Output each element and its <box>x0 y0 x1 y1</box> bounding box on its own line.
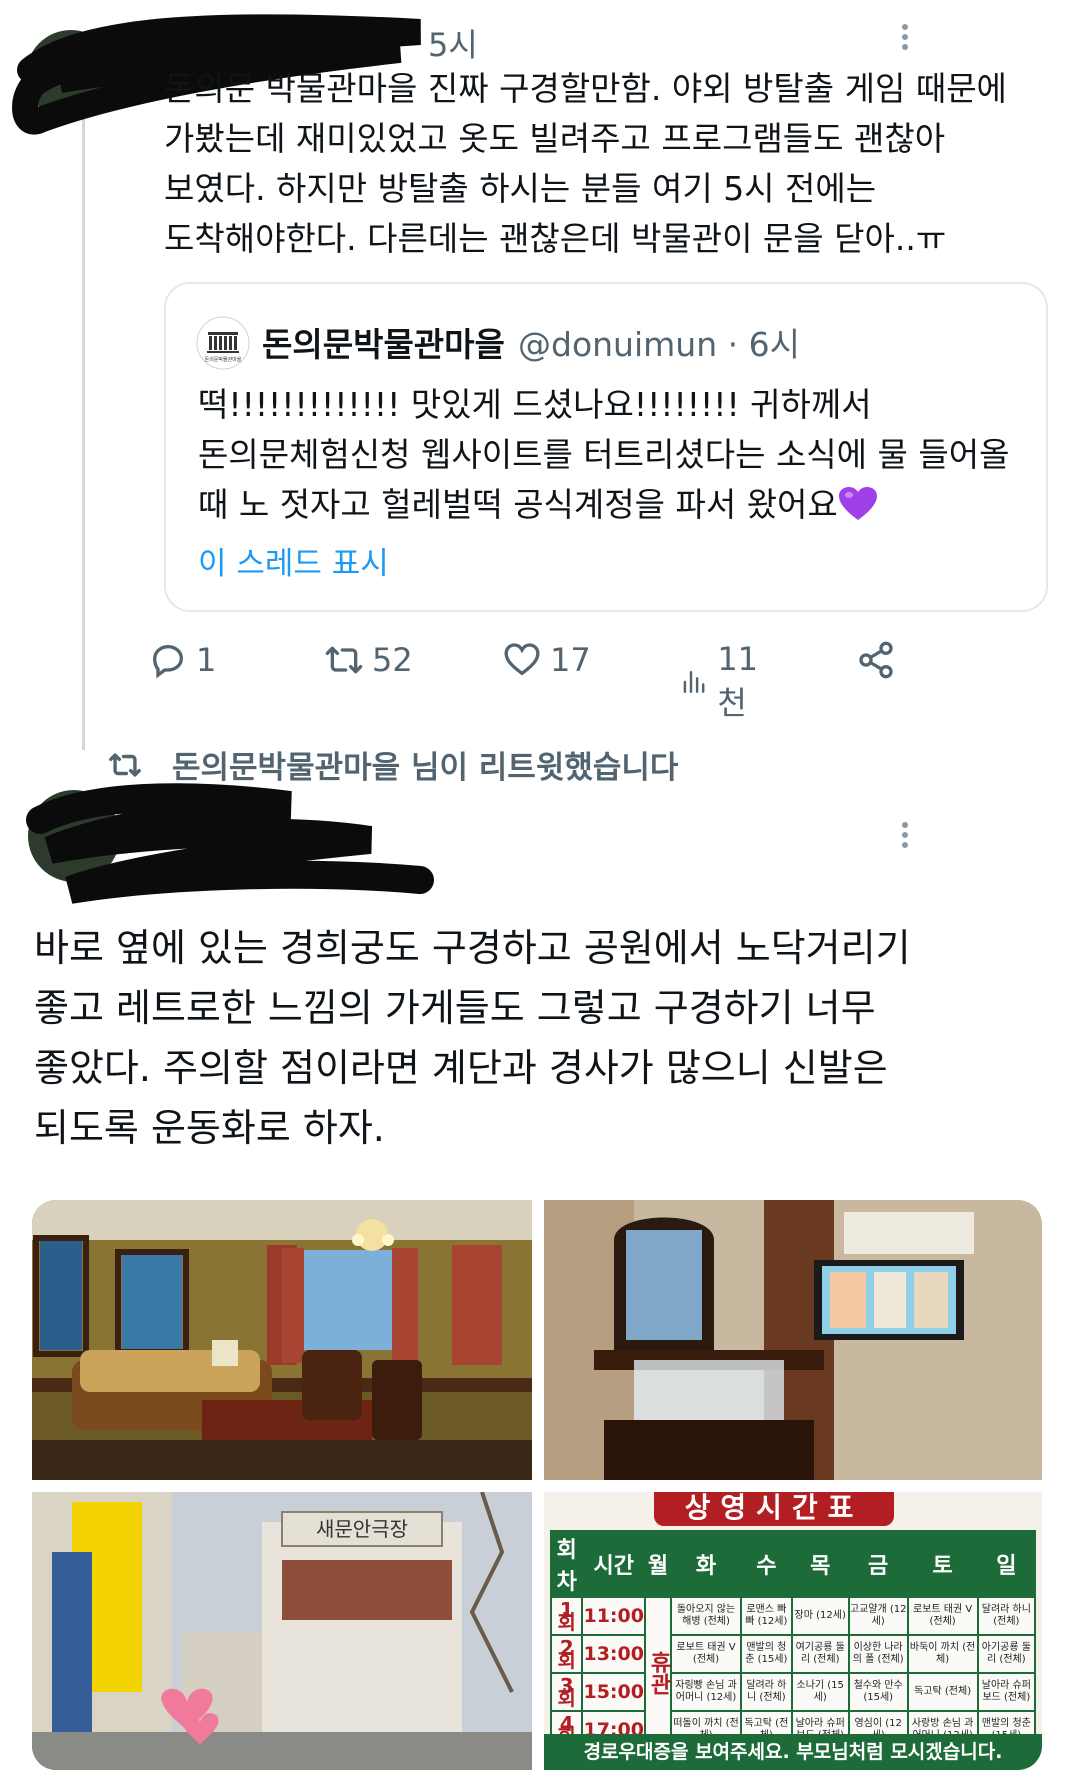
tweet-time[interactable]: 5시 <box>428 20 478 66</box>
movie-cell: 아기공룡 둘리 (전체) <box>976 1634 1037 1674</box>
round-cell: 3회 <box>549 1672 584 1712</box>
movie-cell: 철수와 만수 (15세) <box>847 1672 909 1712</box>
vanity-image <box>544 1200 1042 1480</box>
street-image: 새문안극장 <box>32 1492 532 1770</box>
schedule-header: 월 <box>643 1530 672 1598</box>
schedule-header: 일 <box>976 1530 1037 1598</box>
movie-cell: 바둑이 까치 (전체) <box>906 1634 979 1674</box>
movie-cell: 장마 (12세) <box>790 1596 850 1636</box>
schedule-header: 시간 <box>581 1530 646 1598</box>
retweet-count: 52 <box>372 641 413 679</box>
schedule-table: 회차 시간 월 화 수 목 금 토 일 1회 11:00 휴관 돌아오지 않는 … <box>549 1530 1037 1750</box>
reply-button[interactable]: 1 <box>148 640 216 680</box>
redaction-scribble <box>26 783 434 904</box>
schedule-title: 상영시간표 <box>654 1492 894 1526</box>
movie-cell: 맨발의 청춘 (15세) <box>740 1634 793 1674</box>
movie-cell: 이상한 나라의 폴 (전체) <box>847 1634 909 1674</box>
movie-cell: 날아라 슈퍼보드 (전체) <box>976 1672 1037 1712</box>
retweet-icon <box>109 752 141 777</box>
schedule-header: 토 <box>906 1530 979 1598</box>
movie-cell: 독고탁 (전체) <box>906 1672 979 1712</box>
share-button[interactable] <box>856 640 904 680</box>
theater-sign-text: 새문안극장 <box>316 1517 408 1541</box>
view-count: 11천 <box>717 640 759 722</box>
movie-cell: 소나기 (15세) <box>790 1672 850 1712</box>
movie-cell: 로보트 태권 V (전체) <box>669 1634 743 1674</box>
thread-line <box>82 110 85 750</box>
closed-cell: 휴관 <box>643 1596 672 1750</box>
living-room-image <box>32 1200 532 1480</box>
schedule-footer: 경로우대증을 보여주세요. 부모님처럼 모시겠습니다. <box>544 1734 1042 1770</box>
share-icon <box>859 641 893 679</box>
reply-count: 1 <box>196 641 217 679</box>
movie-cell: 고교얄개 (12세) <box>847 1596 909 1636</box>
photo-vanity-and-tv[interactable] <box>544 1200 1042 1480</box>
more-options-icon[interactable] <box>898 20 912 54</box>
quoted-account-name[interactable]: 돈의문박물관마을 <box>262 318 505 366</box>
movie-cell: 달려라 하니 (전체) <box>740 1672 793 1712</box>
retweet-icon <box>325 646 363 674</box>
purple-heart-icon <box>838 487 877 520</box>
schedule-header: 수 <box>740 1530 793 1598</box>
movie-cell: 여기공룡 둘리 (전체) <box>790 1634 850 1674</box>
photo-retro-living-room[interactable] <box>32 1200 532 1480</box>
tweet-text: 돈의문 박물관마을 진짜 구경할만함. 야외 방탈출 게임 때문에 가봤는데 재… <box>164 69 1007 258</box>
schedule-row: 2회 13:00 로보트 태권 V (전체) 맨발의 청춘 (15세) 여기공룡… <box>549 1634 1037 1674</box>
photo-grid: 새문안극장 상영시간표 회차 시간 월 화 수 목 금 토 일 1회 11:00… <box>32 1200 1042 1770</box>
schedule-board: 상영시간표 회차 시간 월 화 수 목 금 토 일 1회 11:00 휴관 돌아… <box>544 1492 1042 1770</box>
quoted-handle-time[interactable]: @donuimun · 6시 <box>518 318 800 366</box>
round-cell: 2회 <box>549 1634 584 1674</box>
movie-cell: 로보트 태권 V (전체) <box>906 1596 979 1636</box>
analytics-icon <box>683 671 705 693</box>
more-options-icon[interactable] <box>898 818 912 852</box>
retweet-button[interactable]: 52 <box>324 640 413 680</box>
museum-logo-icon: 돈의문박물관마을 <box>196 316 250 370</box>
movie-cell: 로맨스 빠빠 (12세) <box>740 1596 793 1636</box>
time-cell: 11:00 <box>581 1596 646 1636</box>
quoted-text-body: 떡!!!!!!!!!!!!! 맛있게 드셨나요!!!!!!!! 귀하께서 돈의문… <box>198 385 1010 524</box>
museum-logo-text: 돈의문박물관마을 <box>205 356 242 363</box>
quoted-tweet[interactable]: 돈의문박물관마을 돈의문박물관마을 @donuimun · 6시 떡!!!!!!… <box>164 282 1048 612</box>
movie-cell: 자링빵 손님 과 어머니 (12세) <box>669 1672 743 1712</box>
show-thread-link[interactable]: 이 스레드 표시 <box>198 538 389 583</box>
schedule-header: 화 <box>669 1530 743 1598</box>
round-cell: 1회 <box>549 1596 584 1636</box>
schedule-header: 목 <box>790 1530 850 1598</box>
like-button[interactable]: 17 <box>502 640 591 680</box>
schedule-header: 금 <box>847 1530 909 1598</box>
movie-cell: 돌아오지 않는 해병 (전체) <box>669 1596 743 1636</box>
reply-icon <box>152 644 184 679</box>
quoted-text: 떡!!!!!!!!!!!!! 맛있게 드셨나요!!!!!!!! 귀하께서 돈의문… <box>198 380 1028 530</box>
schedule-row: 1회 11:00 휴관 돌아오지 않는 해병 (전체) 로맨스 빠빠 (12세)… <box>549 1596 1037 1750</box>
heart-icon <box>504 643 540 676</box>
schedule-header: 회차 <box>549 1530 584 1598</box>
photo-street-theater[interactable]: 새문안극장 <box>32 1492 532 1770</box>
time-cell: 13:00 <box>581 1634 646 1674</box>
like-count: 17 <box>550 641 591 679</box>
movie-cell: 달려라 하니 (전체) <box>976 1596 1037 1636</box>
schedule-row: 3회 15:00 자링빵 손님 과 어머니 (12세) 달려라 하니 (전체) … <box>549 1672 1037 1712</box>
views-button[interactable]: 11천 <box>680 640 769 724</box>
photo-schedule-board[interactable]: 상영시간표 회차 시간 월 화 수 목 금 토 일 1회 11:00 휴관 돌아… <box>544 1492 1042 1770</box>
time-cell: 15:00 <box>581 1672 646 1712</box>
tweet-text: 바로 옆에 있는 경희궁도 구경하고 공원에서 노닥거리기 좋고 레트로한 느낌… <box>34 926 911 1150</box>
